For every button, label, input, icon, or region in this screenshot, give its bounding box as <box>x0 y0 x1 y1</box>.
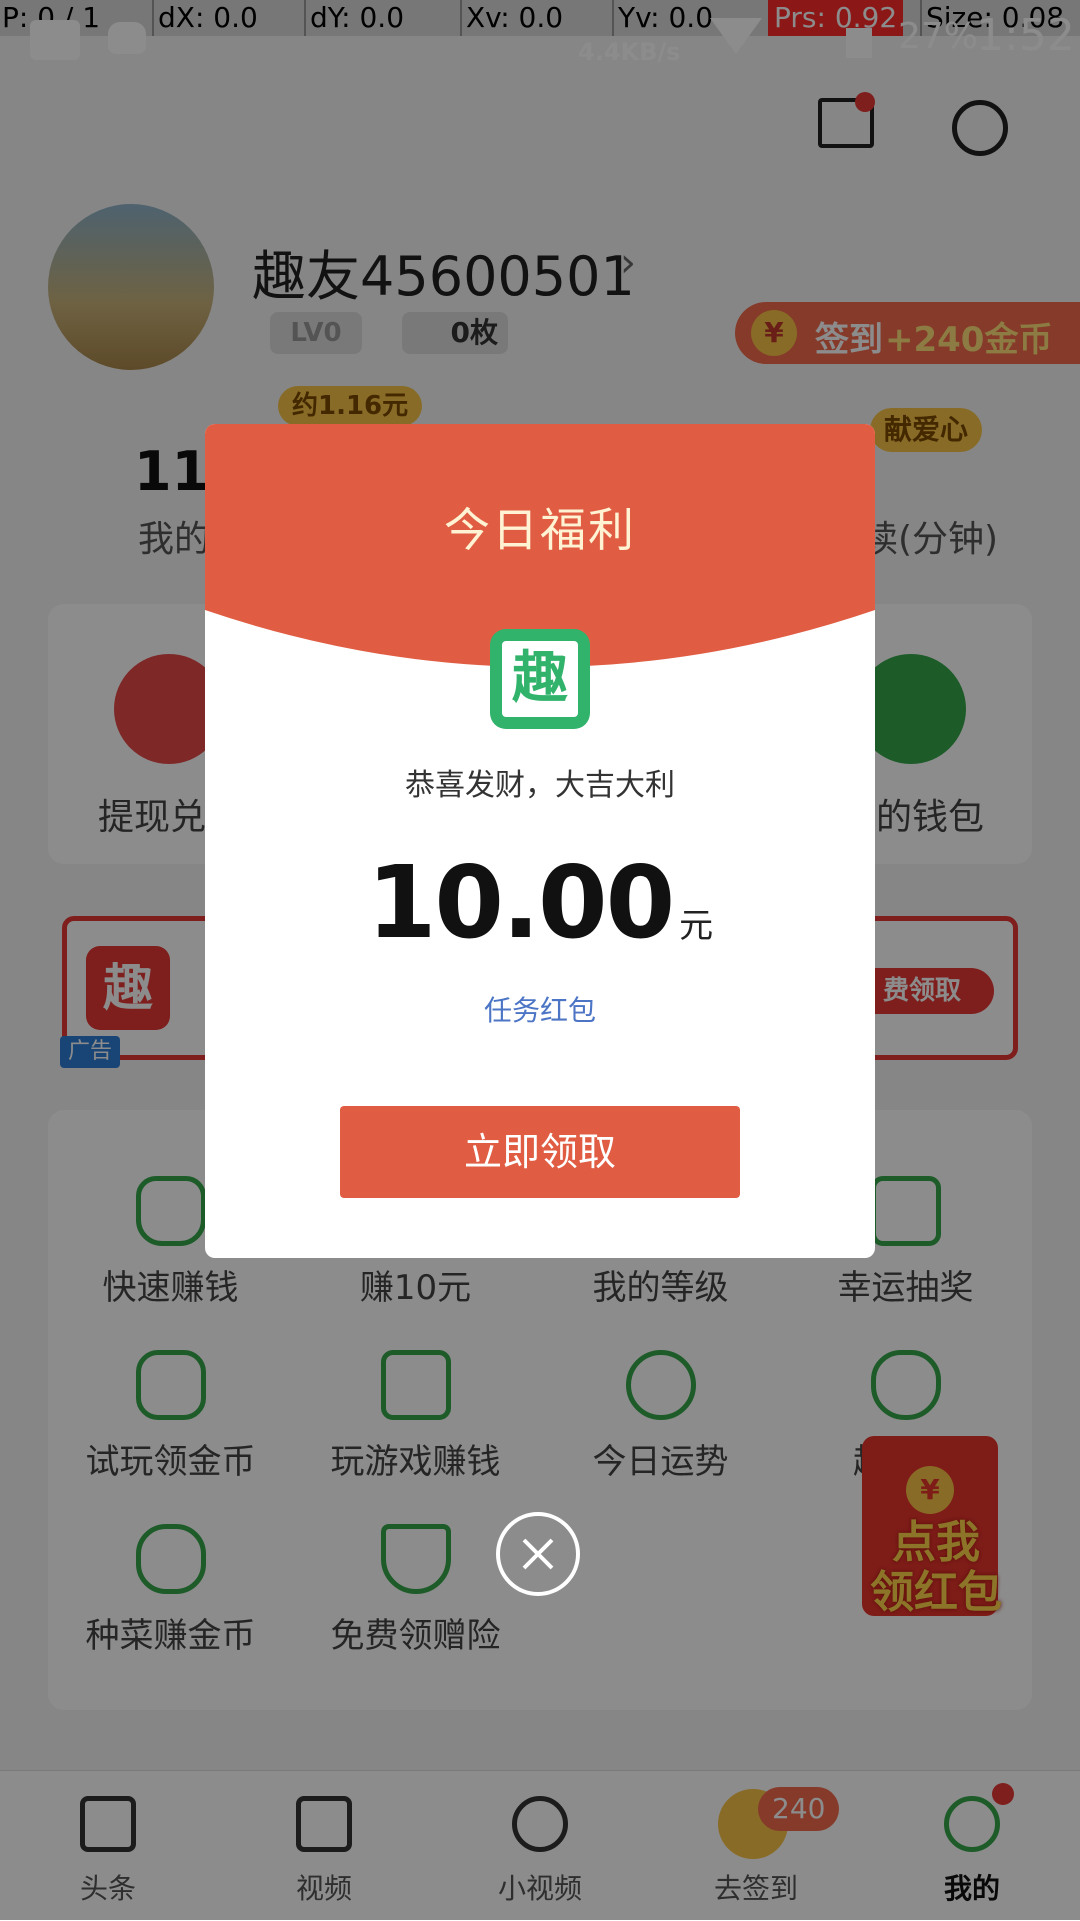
close-icon <box>522 1538 554 1570</box>
app-icon-char: 趣 <box>502 641 578 717</box>
congrats-text: 恭喜发财，大吉大利 <box>405 768 675 803</box>
reward-amount: 10.00 元 <box>205 844 875 961</box>
close-dialog-button[interactable] <box>496 1512 580 1596</box>
claim-now-button[interactable]: 立即领取 <box>340 1106 740 1198</box>
task-red-packet-label: 任务红包 <box>483 994 596 1027</box>
amount-value: 10.00 <box>366 844 675 961</box>
amount-unit: 元 <box>679 906 714 946</box>
daily-welfare-dialog: 今日福利 趣 恭喜发财，大吉大利 10.00 元 任务红包 立即领取 <box>205 424 875 1258</box>
dialog-title: 今日福利 <box>444 503 636 557</box>
qutoutiao-app-icon: 趣 <box>490 629 590 729</box>
